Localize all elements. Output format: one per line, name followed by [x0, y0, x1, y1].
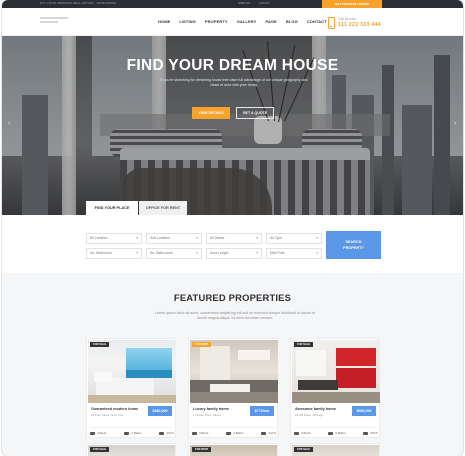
nav-item-contact[interactable]: CONTACT: [307, 19, 327, 24]
property-image[interactable]: [292, 340, 380, 403]
page: DAY FOUR PREMIUM REAL ESTATE · WORLDWIDE…: [2, 0, 463, 456]
price-badge: $580,000: [352, 406, 376, 416]
call-number[interactable]: 111 222 333 444: [338, 22, 381, 28]
hero-text: If you're searching for dreaming house t…: [160, 78, 308, 88]
call-box: Call us now 111 222 333 444: [328, 16, 388, 34]
header: HOME LISTING PROPERTY GALLERY PAGE BLOG …: [2, 8, 463, 36]
chevron-down-icon: ▾: [256, 251, 258, 255]
sub-location-select[interactable]: Sub Location ▾: [146, 233, 202, 244]
search-property-button[interactable]: SEARCH PROPERTY: [326, 231, 381, 259]
sign-up-link[interactable]: SIGN UP: [238, 1, 250, 5]
status-badge: FOR SALE: [294, 447, 314, 452]
property-image[interactable]: [88, 340, 176, 403]
status-badge: FOR RENT: [192, 342, 212, 347]
featured-subtitle: Lorem ipsum dolor sit amet, consectetur …: [154, 311, 316, 321]
chevron-down-icon: ▾: [196, 251, 198, 255]
property-meta: 3 Beds 2 Baths 350 ft: [294, 427, 378, 435]
bath-icon: 2 Baths: [328, 431, 346, 435]
property-image[interactable]: [190, 340, 278, 403]
bathrooms-select[interactable]: No. Bathrooms ▾: [146, 248, 202, 259]
featured-title: FEATURED PROPERTIES: [173, 292, 292, 303]
price-badge: $770/mo: [250, 406, 274, 416]
nav-item-blog[interactable]: BLOG: [286, 19, 298, 24]
chevron-right-icon[interactable]: ›: [454, 120, 456, 127]
property-name[interactable]: Guaranteed modern home: [91, 407, 138, 411]
property-card[interactable]: FOR RENT Luxury family home 1 Ocean Driv…: [188, 338, 278, 438]
get-quote-button[interactable]: GET A QUOTE: [236, 107, 274, 119]
tab-find-your-place[interactable]: FIND YOUR PLACE: [86, 201, 138, 215]
type-select[interactable]: All Type ▾: [266, 233, 322, 244]
nav-item-page[interactable]: PAGE: [265, 19, 276, 24]
location-select[interactable]: All Location ▾: [86, 233, 142, 244]
nav-item-listing[interactable]: LISTING: [179, 19, 195, 24]
property-meta: 3 Beds 2 Baths 320 ft: [90, 427, 174, 435]
view-details-button[interactable]: VIEW DETAILS: [192, 107, 230, 119]
premium-listing-button[interactable]: GET PREMIUM LISTING: [322, 0, 382, 8]
log-in-link[interactable]: LOG IN: [259, 1, 269, 5]
bed-icon: 4 Beds: [192, 431, 208, 435]
property-card[interactable]: FOR SALE Awesome family home 22 Hill Roa…: [290, 338, 380, 438]
bedrooms-select[interactable]: No. Bedrooms ▾: [86, 248, 142, 259]
top-bar-text: DAY FOUR PREMIUM REAL ESTATE · WORLDWIDE: [40, 1, 117, 5]
property-address: 18 Park Street, New York: [91, 413, 124, 417]
status-badge: FOR RENT: [192, 447, 212, 452]
area-icon: 320 ft: [159, 431, 174, 435]
property-card[interactable]: FOR SALE: [290, 443, 380, 456]
search-panel: All Location ▾ Sub Location ▾ All Status ▾ …: [2, 215, 463, 273]
property-card[interactable]: FOR SALE: [86, 443, 176, 456]
call-label: Call us now: [338, 17, 356, 21]
property-name[interactable]: Luxury family home: [193, 407, 229, 411]
property-card[interactable]: FOR RENT: [188, 443, 278, 456]
nav-item-property[interactable]: PROPERTY: [205, 19, 228, 24]
hero-title: FIND YOUR DREAM HOUSE: [126, 57, 339, 74]
chevron-left-icon[interactable]: ‹: [8, 120, 10, 127]
area-select[interactable]: Area Length ▾: [206, 248, 262, 259]
price-badge: $380,000: [148, 406, 172, 416]
price-select[interactable]: Max Price ▾: [266, 248, 322, 259]
property-address: 1 Ocean Drive, Miami: [193, 413, 221, 417]
status-badge: FOR SALE: [90, 342, 110, 347]
status-select[interactable]: All Status ▾: [206, 233, 262, 244]
property-address: 22 Hill Road, Chicago: [295, 413, 323, 417]
status-badge: FOR SALE: [90, 447, 110, 452]
chevron-down-icon: ▾: [316, 251, 318, 255]
property-meta: 4 Beds 3 Baths 410 ft: [192, 427, 276, 435]
nav-item-home[interactable]: HOME: [158, 19, 170, 24]
area-icon: 410 ft: [261, 431, 276, 435]
bath-icon: 2 Baths: [124, 431, 142, 435]
chevron-down-icon: ▾: [256, 236, 258, 240]
bed-icon: 3 Beds: [294, 431, 310, 435]
chevron-down-icon: ▾: [316, 236, 318, 240]
top-bar: DAY FOUR PREMIUM REAL ESTATE · WORLDWIDE…: [2, 0, 463, 8]
chevron-down-icon: ▾: [136, 236, 138, 240]
chevron-down-icon: ▾: [196, 236, 198, 240]
main-nav: HOME LISTING PROPERTY GALLERY PAGE BLOG …: [158, 19, 336, 24]
bath-icon: 3 Baths: [226, 431, 244, 435]
logo[interactable]: [40, 17, 68, 25]
status-badge: FOR SALE: [294, 342, 314, 347]
chevron-down-icon: ▾: [136, 251, 138, 255]
tab-office-for-rent[interactable]: OFFICE FOR RENT: [139, 201, 187, 215]
phone-icon: [328, 17, 335, 29]
nav-item-gallery[interactable]: GALLERY: [237, 19, 257, 24]
bed-icon: 3 Beds: [90, 431, 106, 435]
property-card[interactable]: FOR SALE Guaranteed modern home 18 Park …: [86, 338, 176, 438]
top-bar-links: SIGN UP LOG IN: [238, 1, 277, 5]
property-name[interactable]: Awesome family home: [295, 407, 336, 411]
area-icon: 350 ft: [363, 431, 378, 435]
